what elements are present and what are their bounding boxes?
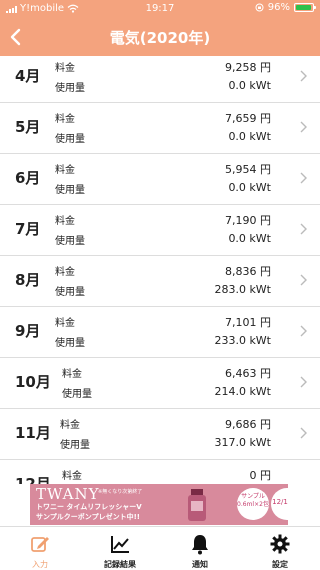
- ad-note: ※無くなり次第終了: [98, 489, 143, 495]
- ad-brand: TWANY: [36, 485, 100, 503]
- tab-bar: 入力 記録結果 通知 設定: [0, 526, 320, 570]
- list-item-month[interactable]: 10月 料金 使用量 6,463 円 214.0 kWt: [0, 358, 320, 409]
- orientation-lock-icon: [255, 3, 264, 12]
- list-item-month[interactable]: 5月 料金 使用量 7,659 円 0.0 kWt: [0, 103, 320, 154]
- usage-value: 283.0 kWt: [214, 283, 271, 296]
- fee-label: 料金: [62, 471, 82, 482]
- usage-label: 使用量: [62, 389, 92, 400]
- fee-value: 7,190 円: [225, 214, 271, 227]
- nav-bar: 電気(2020年): [0, 18, 320, 56]
- chevron-right-icon: [300, 223, 307, 235]
- pencil-square-icon: [31, 537, 49, 552]
- line-chart-icon: [111, 536, 129, 553]
- month-label: 6月: [15, 169, 41, 187]
- tab-label: 記録結果: [104, 560, 136, 569]
- app-header: Y!mobile 19:17 96% 電気(2020年): [0, 0, 320, 56]
- fee-label: 料金: [55, 114, 75, 125]
- ad-badge-sample: サンプル 0.6ml×2包: [237, 488, 269, 520]
- usage-value: 214.0 kWt: [214, 385, 271, 398]
- usage-value: 0.0 kWt: [228, 181, 271, 194]
- list-item-month[interactable]: 8月 料金 使用量 8,836 円 283.0 kWt: [0, 256, 320, 307]
- fee-label: 料金: [55, 318, 75, 329]
- chevron-right-icon: [300, 70, 307, 82]
- usage-label: 使用量: [55, 134, 85, 145]
- product-bottle-icon: [188, 489, 206, 521]
- tab-input[interactable]: 入力: [0, 527, 80, 570]
- chevron-right-icon: [300, 325, 307, 337]
- ad-line-2: サンプルクーポンプレゼント中!!: [36, 513, 140, 521]
- tab-label: 通知: [192, 560, 208, 569]
- fee-value: 9,258 円: [225, 61, 271, 74]
- tab-label: 設定: [272, 560, 288, 569]
- usage-value: 0.0 kWt: [228, 79, 271, 92]
- chevron-right-icon: [300, 121, 307, 133]
- month-label: 12月: [15, 475, 51, 484]
- ad-line-1: トワニー タイムリフレッシャーV: [36, 503, 142, 511]
- month-label: 8月: [15, 271, 41, 289]
- list-item-month[interactable]: 4月 料金 使用量 9,258 円 0.0 kWt: [0, 56, 320, 103]
- chevron-right-icon: [300, 427, 307, 439]
- fee-label: 料金: [55, 165, 75, 176]
- fee-label: 料金: [55, 216, 75, 227]
- month-label: 4月: [15, 67, 41, 85]
- ad-badge-date: 12/1から: [271, 488, 288, 520]
- usage-label: 使用量: [55, 287, 85, 298]
- list-item-month[interactable]: 9月 料金 使用量 7,101 円 233.0 kWt: [0, 307, 320, 358]
- usage-value: 0.0 kWt: [228, 130, 271, 143]
- usage-label: 使用量: [55, 338, 85, 349]
- month-label: 9月: [15, 322, 41, 340]
- fee-value: 0 円: [249, 469, 272, 482]
- month-label: 11月: [15, 424, 51, 442]
- usage-value: 317.0 kWt: [214, 436, 271, 449]
- fee-label: 料金: [55, 63, 75, 74]
- fee-value: 7,101 円: [225, 316, 271, 329]
- fee-value: 8,836 円: [225, 265, 271, 278]
- list-item-month[interactable]: 7月 料金 使用量 7,190 円 0.0 kWt: [0, 205, 320, 256]
- list-item-month[interactable]: 6月 料金 使用量 5,954 円 0.0 kWt: [0, 154, 320, 205]
- fee-label: 料金: [60, 420, 80, 431]
- page-title: 電気(2020年): [109, 29, 211, 47]
- tab-label: 入力: [32, 560, 48, 569]
- list-item-month[interactable]: 11月 料金 使用量 9,686 円 317.0 kWt: [0, 409, 320, 460]
- usage-label: 使用量: [55, 83, 85, 94]
- battery-icon: [294, 3, 316, 12]
- usage-value: 233.0 kWt: [214, 334, 271, 347]
- usage-label: 使用量: [60, 440, 90, 451]
- month-label: 10月: [15, 373, 51, 391]
- fee-value: 5,954 円: [225, 163, 271, 176]
- chevron-right-icon: [300, 376, 307, 388]
- tab-settings[interactable]: 設定: [240, 527, 320, 570]
- bell-icon: [192, 535, 208, 555]
- status-bar: Y!mobile 19:17 96%: [0, 0, 320, 18]
- month-label: 7月: [15, 220, 41, 238]
- tab-records[interactable]: 記録結果: [80, 527, 160, 570]
- fee-value: 7,659 円: [225, 112, 271, 125]
- gear-icon: [270, 534, 290, 554]
- chevron-right-icon: [300, 274, 307, 286]
- usage-label: 使用量: [55, 236, 85, 247]
- month-label: 5月: [15, 118, 41, 136]
- fee-value: 6,463 円: [225, 367, 271, 380]
- battery-percent: 96%: [267, 2, 290, 13]
- monthly-list[interactable]: 4月 料金 使用量 9,258 円 0.0 kWt 5月 料金 使用量 7,65…: [0, 56, 320, 484]
- ad-banner[interactable]: TWANY ※無くなり次第終了 トワニー タイムリフレッシャーV サンプルクーポ…: [30, 484, 288, 525]
- list-item-month[interactable]: 12月 料金 0 円: [0, 460, 320, 484]
- usage-label: 使用量: [55, 185, 85, 196]
- fee-label: 料金: [62, 369, 82, 380]
- chevron-right-icon: [300, 172, 307, 184]
- usage-value: 0.0 kWt: [228, 232, 271, 245]
- fee-label: 料金: [55, 267, 75, 278]
- fee-value: 9,686 円: [225, 418, 271, 431]
- tab-notify[interactable]: 通知: [160, 527, 240, 570]
